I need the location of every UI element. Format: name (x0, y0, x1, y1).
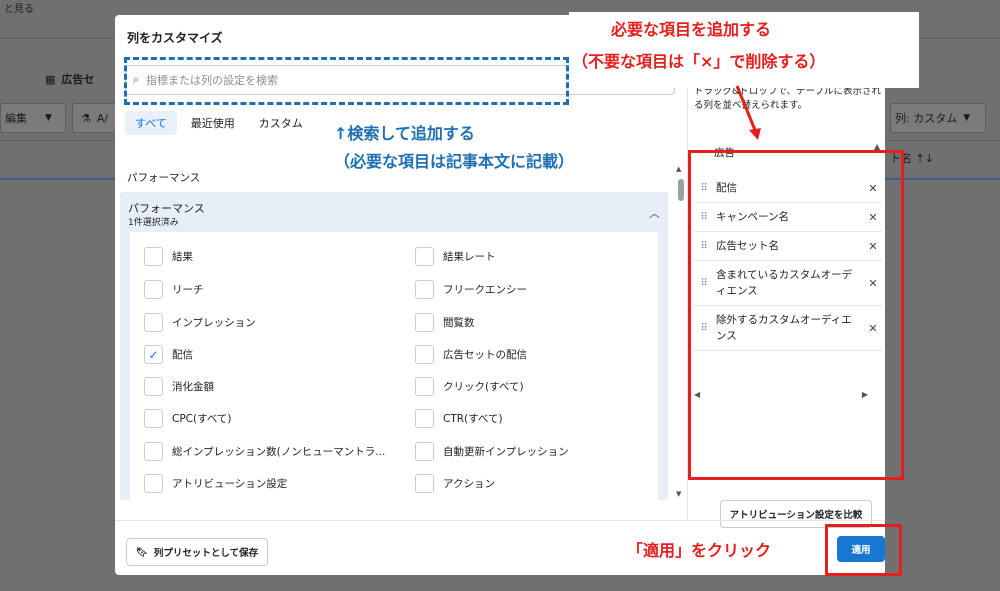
tab-recent[interactable]: 最近使用 (181, 111, 245, 135)
bookmark-icon: 🔖︎ (135, 546, 148, 558)
option-row[interactable]: インプレッション (144, 313, 256, 332)
checkbox[interactable] (415, 377, 434, 396)
checkbox[interactable] (415, 409, 434, 428)
grid-icon: ▦ (45, 72, 56, 86)
scroll-thumb[interactable] (678, 179, 684, 201)
option-row[interactable]: アトリビューション設定 (144, 474, 287, 493)
options-grid: 結果 リーチ インプレッション ✓ 配信 消化金額 CPC(すべて) 総インプレッ… (130, 232, 658, 500)
bg-column-select: 列: カスタム ▼ (890, 103, 986, 133)
checkbox[interactable] (144, 313, 163, 332)
option-row[interactable]: クリック(すべて) (415, 377, 524, 396)
annotation-search-add: ↑検索して追加する (330, 120, 479, 144)
tab-all[interactable]: すべて (125, 111, 177, 135)
annotation-add-items: 必要な項目を追加する (611, 20, 772, 39)
checkbox[interactable] (415, 247, 434, 266)
caret-down-icon: ▼ (45, 113, 52, 123)
annotation-remove-items: （不要な項目は「×」で削除する） (572, 52, 826, 71)
chevron-up-icon[interactable]: ︿ (649, 205, 660, 221)
checkbox[interactable] (415, 313, 434, 332)
check-icon: ✓ (148, 347, 159, 362)
category-tabs: すべて 最近使用 カスタム (125, 111, 317, 135)
option-row[interactable]: フリークエンシー (415, 280, 527, 299)
checkbox[interactable] (415, 442, 434, 461)
option-row[interactable]: アクション (415, 474, 495, 493)
option-row[interactable]: 結果レート (415, 247, 496, 266)
modal-title: 列をカスタマイズ (127, 31, 223, 45)
performance-group: パフォーマンス 1件選択済み ︿ 結果 リーチ インプレッション ✓ 配信 消化金… (120, 192, 668, 500)
option-row[interactable]: CTR(すべて) (415, 409, 503, 428)
checkbox[interactable] (144, 377, 163, 396)
option-row[interactable]: 結果 (144, 247, 193, 266)
checkbox[interactable] (144, 474, 163, 493)
group-title[interactable]: パフォーマンス (128, 200, 205, 216)
scroll-up-icon[interactable]: ▲ (676, 165, 681, 173)
caret-down-icon: ▼ (963, 113, 971, 123)
annotation-arrow-icon (735, 85, 761, 140)
reorder-description: ドラッグ&ドロップで、テーブルに表示される列を並べ替えられます。 (694, 86, 881, 111)
save-preset-button[interactable]: 🔖︎ 列プリセットとして保存 (126, 538, 268, 566)
bg-edit-button: 編集 ▼ (0, 103, 66, 133)
option-row[interactable]: 閲覧数 (415, 313, 475, 332)
option-row[interactable]: リーチ (144, 280, 204, 299)
option-row[interactable]: 総インプレッション数(ノンヒューマントラ... (144, 442, 385, 461)
selected-list-highlight (688, 150, 904, 480)
checkbox[interactable] (144, 280, 163, 299)
group-selected-count: 1件選択済み (128, 218, 179, 228)
checkbox[interactable] (144, 247, 163, 266)
checkbox[interactable] (415, 345, 434, 364)
tab-custom[interactable]: カスタム (249, 111, 313, 135)
section-label: パフォーマンス (127, 172, 201, 184)
bg-tab: ▦ 広告セ (45, 72, 95, 87)
checkbox[interactable] (144, 409, 163, 428)
annotation-article-note: （必要な項目は記事本文に記載） (330, 148, 579, 172)
option-row[interactable]: 消化金額 (144, 377, 214, 396)
checkbox-checked[interactable]: ✓ (144, 345, 163, 364)
option-row[interactable]: CPC(すべて) (144, 409, 232, 428)
checkbox[interactable] (415, 280, 434, 299)
annotation-click-apply: 「適用」をクリック (625, 537, 774, 561)
option-row[interactable]: 自動更新インプレッション (415, 442, 569, 461)
checkbox[interactable] (415, 474, 434, 493)
apply-button[interactable]: 適用 (837, 536, 885, 562)
flask-icon: ⚗ (81, 111, 91, 125)
search-highlight (124, 57, 569, 105)
option-row[interactable]: ✓ 配信 (144, 345, 193, 364)
checkbox[interactable] (144, 442, 163, 461)
scroll-down-icon[interactable]: ▼ (676, 490, 681, 498)
option-row[interactable]: 広告セットの配信 (415, 345, 527, 364)
